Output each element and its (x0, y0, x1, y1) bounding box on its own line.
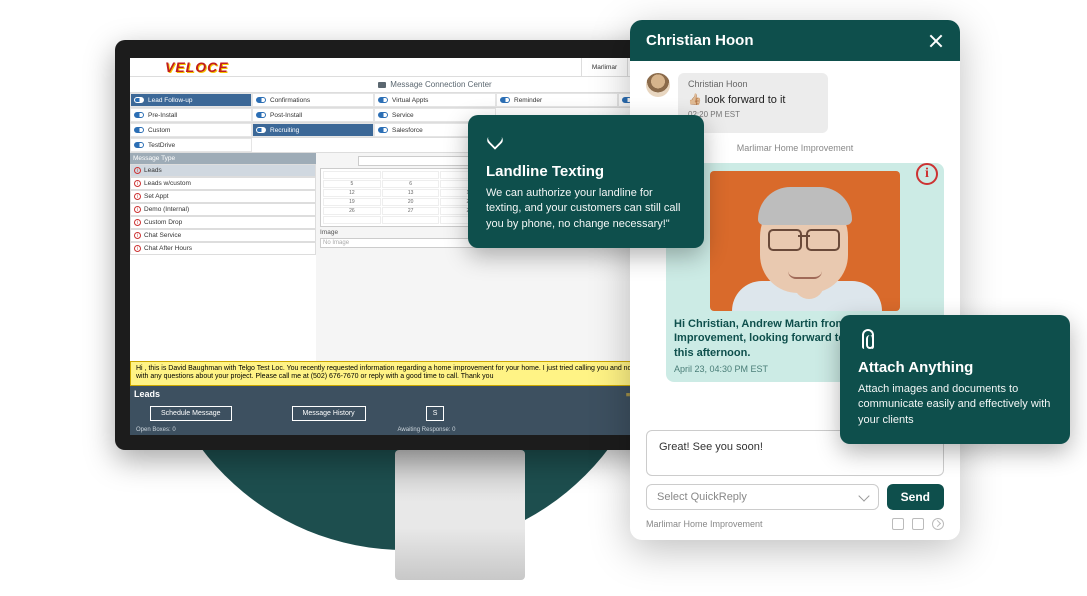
chat-header: Christian Hoon (630, 20, 960, 61)
mcc-title-text: Message Connection Center (390, 80, 491, 89)
monitor-stand (395, 450, 525, 580)
nav-marlimar[interactable]: Marlimar (581, 58, 627, 76)
toggle-reminder[interactable]: Reminder (496, 93, 618, 107)
comment-icon (378, 82, 386, 88)
attached-photo (710, 171, 900, 311)
callout2-body: Attach images and documents to communica… (858, 382, 1052, 428)
schedule-message-button[interactable]: Schedule Message (150, 406, 232, 421)
toggle-virtual-appts[interactable]: Virtual Appts (374, 93, 496, 107)
image-label: Image (320, 229, 355, 236)
toggle-post-install[interactable]: Post-Install (252, 108, 374, 122)
chevron-down-icon (858, 490, 869, 501)
sender-name: Christian Hoon (688, 79, 818, 89)
phone-icon (486, 133, 508, 155)
mt-leads[interactable]: iLeads (130, 164, 316, 177)
info-icon[interactable]: i (916, 163, 938, 185)
in-text: look forward to it (705, 94, 786, 106)
mt-chat-service[interactable]: iChat Service (130, 229, 316, 242)
footer-brand: Marlimar Home Improvement (646, 519, 763, 529)
avatar (646, 73, 670, 97)
mt-custom-drop[interactable]: iCustom Drop (130, 216, 316, 229)
info-icon: i (134, 206, 141, 213)
quickreply-placeholder: Select QuickReply (657, 491, 747, 503)
toggle-custom[interactable]: Custom (130, 123, 252, 137)
awaiting-status: Awaiting Response: 0 (398, 427, 456, 433)
info-icon: i (134, 167, 141, 174)
thumbs-up-icon: 👍🏼 (688, 93, 702, 106)
toggle-lead-followup[interactable]: Lead Follow-up (130, 93, 252, 107)
in-timestamp: 02:20 PM EST (688, 110, 818, 119)
mt-demo[interactable]: iDemo (Internal) (130, 203, 316, 216)
message-type-header: Message Type (130, 153, 316, 164)
callout-landline: Landline Texting We can authorize your l… (468, 115, 704, 248)
callout2-title: Attach Anything (858, 359, 1052, 376)
toggle-recruiting[interactable]: Recruiting (252, 123, 374, 137)
mt-set-appt[interactable]: iSet Appt (130, 190, 316, 203)
toggle-testdrive[interactable]: TestDrive (130, 138, 252, 152)
chat-panel: Christian Hoon Christian Hoon 👍🏼 look fo… (630, 20, 960, 540)
info-icon: i (134, 245, 141, 252)
quickreply-select[interactable]: Select QuickReply (646, 484, 879, 510)
info-icon: i (134, 193, 141, 200)
callout1-title: Landline Texting (486, 163, 686, 180)
mt-chat-after-hours[interactable]: iChat After Hours (130, 242, 316, 255)
toggle-confirmations[interactable]: Confirmations (252, 93, 374, 107)
message-history-button[interactable]: Message History (292, 406, 366, 421)
callout-attach: Attach Anything Attach images and docume… (840, 315, 1070, 444)
attach-icon[interactable] (892, 518, 904, 530)
leads-title: Leads (134, 389, 160, 399)
open-boxes-status: Open Boxes: 0 (136, 427, 176, 433)
app-logo: VELOCE (130, 59, 229, 75)
send-button[interactable]: Send (887, 484, 944, 510)
close-icon[interactable] (928, 33, 944, 49)
mt-leads-custom[interactable]: iLeads w/custom (130, 177, 316, 190)
chat-title: Christian Hoon (646, 32, 754, 49)
callout1-body: We can authorize your landline for texti… (486, 186, 686, 232)
message-type-panel: Message Type iLeads iLeads w/custom iSet… (130, 153, 316, 361)
message-type-list: iLeads iLeads w/custom iSet Appt iDemo (… (130, 164, 316, 361)
info-icon: i (134, 219, 141, 226)
send-arrow-icon[interactable] (932, 518, 944, 530)
info-icon: i (134, 180, 141, 187)
toggle-pre-install[interactable]: Pre-Install (130, 108, 252, 122)
third-button[interactable]: S (426, 406, 445, 421)
paperclip-icon (858, 329, 880, 351)
image-icon[interactable] (912, 518, 924, 530)
info-icon: i (134, 232, 141, 239)
